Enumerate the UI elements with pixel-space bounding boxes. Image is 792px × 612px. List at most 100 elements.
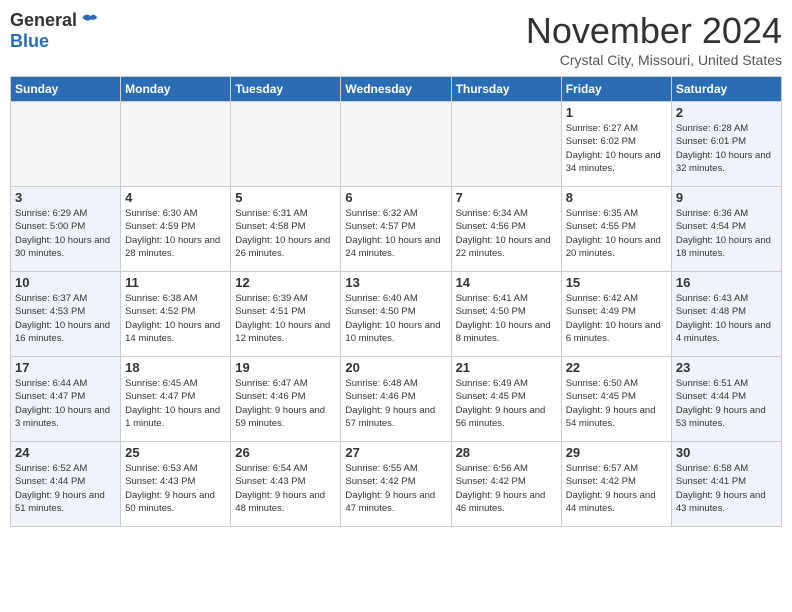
day-info: Sunrise: 6:45 AMSunset: 4:47 PMDaylight:… — [125, 377, 226, 430]
week-row-1: 3 Sunrise: 6:29 AMSunset: 5:00 PMDaylight… — [11, 187, 782, 272]
week-row-2: 10 Sunrise: 6:37 AMSunset: 4:53 PMDayligh… — [11, 272, 782, 357]
calendar-cell — [341, 102, 451, 187]
day-number: 5 — [235, 190, 336, 205]
day-number: 4 — [125, 190, 226, 205]
day-number: 22 — [566, 360, 667, 375]
day-number: 23 — [676, 360, 777, 375]
col-header-monday: Monday — [121, 77, 231, 102]
calendar-table: SundayMondayTuesdayWednesdayThursdayFrid… — [10, 76, 782, 527]
day-info: Sunrise: 6:50 AMSunset: 4:45 PMDaylight:… — [566, 377, 667, 430]
calendar-cell: 19 Sunrise: 6:47 AMSunset: 4:46 PMDayligh… — [231, 357, 341, 442]
logo: General Blue — [10, 10, 99, 52]
day-info: Sunrise: 6:27 AMSunset: 6:02 PMDaylight:… — [566, 122, 667, 175]
calendar-cell: 22 Sunrise: 6:50 AMSunset: 4:45 PMDayligh… — [561, 357, 671, 442]
day-info: Sunrise: 6:35 AMSunset: 4:55 PMDaylight:… — [566, 207, 667, 260]
location-text: Crystal City, Missouri, United States — [526, 52, 782, 68]
day-info: Sunrise: 6:30 AMSunset: 4:59 PMDaylight:… — [125, 207, 226, 260]
day-number: 30 — [676, 445, 777, 460]
col-header-thursday: Thursday — [451, 77, 561, 102]
day-number: 1 — [566, 105, 667, 120]
calendar-cell: 26 Sunrise: 6:54 AMSunset: 4:43 PMDayligh… — [231, 442, 341, 527]
day-info: Sunrise: 6:36 AMSunset: 4:54 PMDaylight:… — [676, 207, 777, 260]
day-info: Sunrise: 6:44 AMSunset: 4:47 PMDaylight:… — [15, 377, 116, 430]
col-header-wednesday: Wednesday — [341, 77, 451, 102]
day-info: Sunrise: 6:43 AMSunset: 4:48 PMDaylight:… — [676, 292, 777, 345]
calendar-cell — [121, 102, 231, 187]
calendar-cell: 14Sunrise: 6:41 AMSunset: 4:50 PMDayligh… — [451, 272, 561, 357]
day-number: 17 — [15, 360, 116, 375]
day-info: Sunrise: 6:47 AMSunset: 4:46 PMDaylight:… — [235, 377, 336, 430]
calendar-cell: 18 Sunrise: 6:45 AMSunset: 4:47 PMDayligh… — [121, 357, 231, 442]
day-number: 10 — [15, 275, 116, 290]
day-info: Sunrise: 6:37 AMSunset: 4:53 PMDaylight:… — [15, 292, 116, 345]
day-info: Sunrise: 6:39 AMSunset: 4:51 PMDaylight:… — [235, 292, 336, 345]
calendar-cell: 17 Sunrise: 6:44 AMSunset: 4:47 PMDayligh… — [11, 357, 121, 442]
day-number: 26 — [235, 445, 336, 460]
calendar-cell: 28 Sunrise: 6:56 AMSunset: 4:42 PMDayligh… — [451, 442, 561, 527]
day-info: Sunrise: 6:29 AMSunset: 5:00 PMDaylight:… — [15, 207, 116, 260]
day-number: 7 — [456, 190, 557, 205]
week-row-0: 1 Sunrise: 6:27 AMSunset: 6:02 PMDaylight… — [11, 102, 782, 187]
day-info: Sunrise: 6:53 AMSunset: 4:43 PMDaylight:… — [125, 462, 226, 515]
calendar-cell: 3 Sunrise: 6:29 AMSunset: 5:00 PMDaylight… — [11, 187, 121, 272]
day-info: Sunrise: 6:58 AMSunset: 4:41 PMDaylight:… — [676, 462, 777, 515]
calendar-cell: 1 Sunrise: 6:27 AMSunset: 6:02 PMDaylight… — [561, 102, 671, 187]
day-number: 9 — [676, 190, 777, 205]
calendar-cell: 23 Sunrise: 6:51 AMSunset: 4:44 PMDayligh… — [671, 357, 781, 442]
day-number: 24 — [15, 445, 116, 460]
calendar-cell: 30 Sunrise: 6:58 AMSunset: 4:41 PMDayligh… — [671, 442, 781, 527]
calendar-cell: 27Sunrise: 6:55 AMSunset: 4:42 PMDayligh… — [341, 442, 451, 527]
calendar-cell: 5 Sunrise: 6:31 AMSunset: 4:58 PMDaylight… — [231, 187, 341, 272]
day-number: 20 — [345, 360, 446, 375]
day-info: Sunrise: 6:40 AMSunset: 4:50 PMDaylight:… — [345, 292, 446, 345]
day-number: 29 — [566, 445, 667, 460]
calendar-cell: 10 Sunrise: 6:37 AMSunset: 4:53 PMDayligh… — [11, 272, 121, 357]
day-number: 12 — [235, 275, 336, 290]
title-area: November 2024 Crystal City, Missouri, Un… — [526, 10, 782, 68]
day-number: 15 — [566, 275, 667, 290]
calendar-cell: 11Sunrise: 6:38 AMSunset: 4:52 PMDayligh… — [121, 272, 231, 357]
day-number: 8 — [566, 190, 667, 205]
day-info: Sunrise: 6:52 AMSunset: 4:44 PMDaylight:… — [15, 462, 116, 515]
day-number: 21 — [456, 360, 557, 375]
week-row-3: 17 Sunrise: 6:44 AMSunset: 4:47 PMDayligh… — [11, 357, 782, 442]
calendar-cell — [11, 102, 121, 187]
day-info: Sunrise: 6:38 AMSunset: 4:52 PMDaylight:… — [125, 292, 226, 345]
day-info: Sunrise: 6:55 AMSunset: 4:42 PMDaylight:… — [345, 462, 446, 515]
calendar-header-row: SundayMondayTuesdayWednesdayThursdayFrid… — [11, 77, 782, 102]
day-info: Sunrise: 6:48 AMSunset: 4:46 PMDaylight:… — [345, 377, 446, 430]
day-number: 6 — [345, 190, 446, 205]
calendar-cell: 16 Sunrise: 6:43 AMSunset: 4:48 PMDayligh… — [671, 272, 781, 357]
day-info: Sunrise: 6:31 AMSunset: 4:58 PMDaylight:… — [235, 207, 336, 260]
day-info: Sunrise: 6:49 AMSunset: 4:45 PMDaylight:… — [456, 377, 557, 430]
day-number: 25 — [125, 445, 226, 460]
day-number: 13 — [345, 275, 446, 290]
col-header-tuesday: Tuesday — [231, 77, 341, 102]
calendar-cell: 12 Sunrise: 6:39 AMSunset: 4:51 PMDayligh… — [231, 272, 341, 357]
day-info: Sunrise: 6:56 AMSunset: 4:42 PMDaylight:… — [456, 462, 557, 515]
calendar-cell: 9 Sunrise: 6:36 AMSunset: 4:54 PMDaylight… — [671, 187, 781, 272]
calendar-cell: 21 Sunrise: 6:49 AMSunset: 4:45 PMDayligh… — [451, 357, 561, 442]
day-number: 28 — [456, 445, 557, 460]
day-info: Sunrise: 6:54 AMSunset: 4:43 PMDaylight:… — [235, 462, 336, 515]
calendar-cell — [451, 102, 561, 187]
day-number: 3 — [15, 190, 116, 205]
col-header-sunday: Sunday — [11, 77, 121, 102]
day-info: Sunrise: 6:28 AMSunset: 6:01 PMDaylight:… — [676, 122, 777, 175]
day-info: Sunrise: 6:51 AMSunset: 4:44 PMDaylight:… — [676, 377, 777, 430]
col-header-saturday: Saturday — [671, 77, 781, 102]
week-row-4: 24 Sunrise: 6:52 AMSunset: 4:44 PMDayligh… — [11, 442, 782, 527]
day-number: 18 — [125, 360, 226, 375]
day-number: 16 — [676, 275, 777, 290]
logo-blue-text: Blue — [10, 31, 49, 52]
col-header-friday: Friday — [561, 77, 671, 102]
calendar-cell: 13 Sunrise: 6:40 AMSunset: 4:50 PMDayligh… — [341, 272, 451, 357]
logo-bird-icon — [79, 11, 99, 31]
day-info: Sunrise: 6:41 AMSunset: 4:50 PMDaylight:… — [456, 292, 557, 345]
day-info: Sunrise: 6:57 AMSunset: 4:42 PMDaylight:… — [566, 462, 667, 515]
calendar-cell — [231, 102, 341, 187]
day-number: 19 — [235, 360, 336, 375]
month-title: November 2024 — [526, 10, 782, 52]
day-info: Sunrise: 6:32 AMSunset: 4:57 PMDaylight:… — [345, 207, 446, 260]
page-header: General Blue November 2024 Crystal City,… — [10, 10, 782, 68]
